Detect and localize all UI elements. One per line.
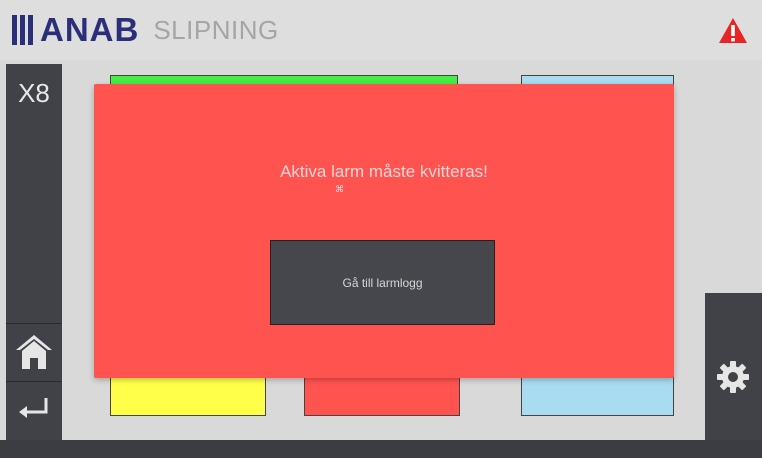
alarm-dialog: Aktiva larm måste kvitteras! ⌘ Gå till l… [94, 84, 674, 378]
logo-subtitle: SLIPNING [153, 14, 279, 45]
bottom-bar [0, 440, 762, 458]
header-bar: ANAB SLIPNING [0, 0, 762, 60]
warning-triangle-icon[interactable] [718, 17, 748, 44]
logo-bars [12, 15, 36, 45]
go-to-alarm-log-button[interactable]: Gå till larmlogg [270, 240, 495, 325]
status-tile-yellow[interactable] [110, 376, 266, 416]
home-button[interactable] [6, 323, 62, 380]
status-tile-red[interactable] [304, 376, 460, 416]
alarm-message: Aktiva larm måste kvitteras! [280, 162, 488, 181]
logo-brand: ANAB [40, 11, 140, 48]
gear-icon[interactable] [713, 357, 753, 397]
logo: ANAB SLIPNING [12, 11, 279, 48]
return-arrow-icon [19, 398, 48, 418]
status-tile-blue-bottom[interactable] [521, 376, 674, 416]
alarm-mark: ⌘ [335, 184, 344, 194]
station-label: X8 [18, 78, 50, 108]
back-button[interactable] [6, 381, 62, 438]
home-icon [16, 335, 52, 369]
